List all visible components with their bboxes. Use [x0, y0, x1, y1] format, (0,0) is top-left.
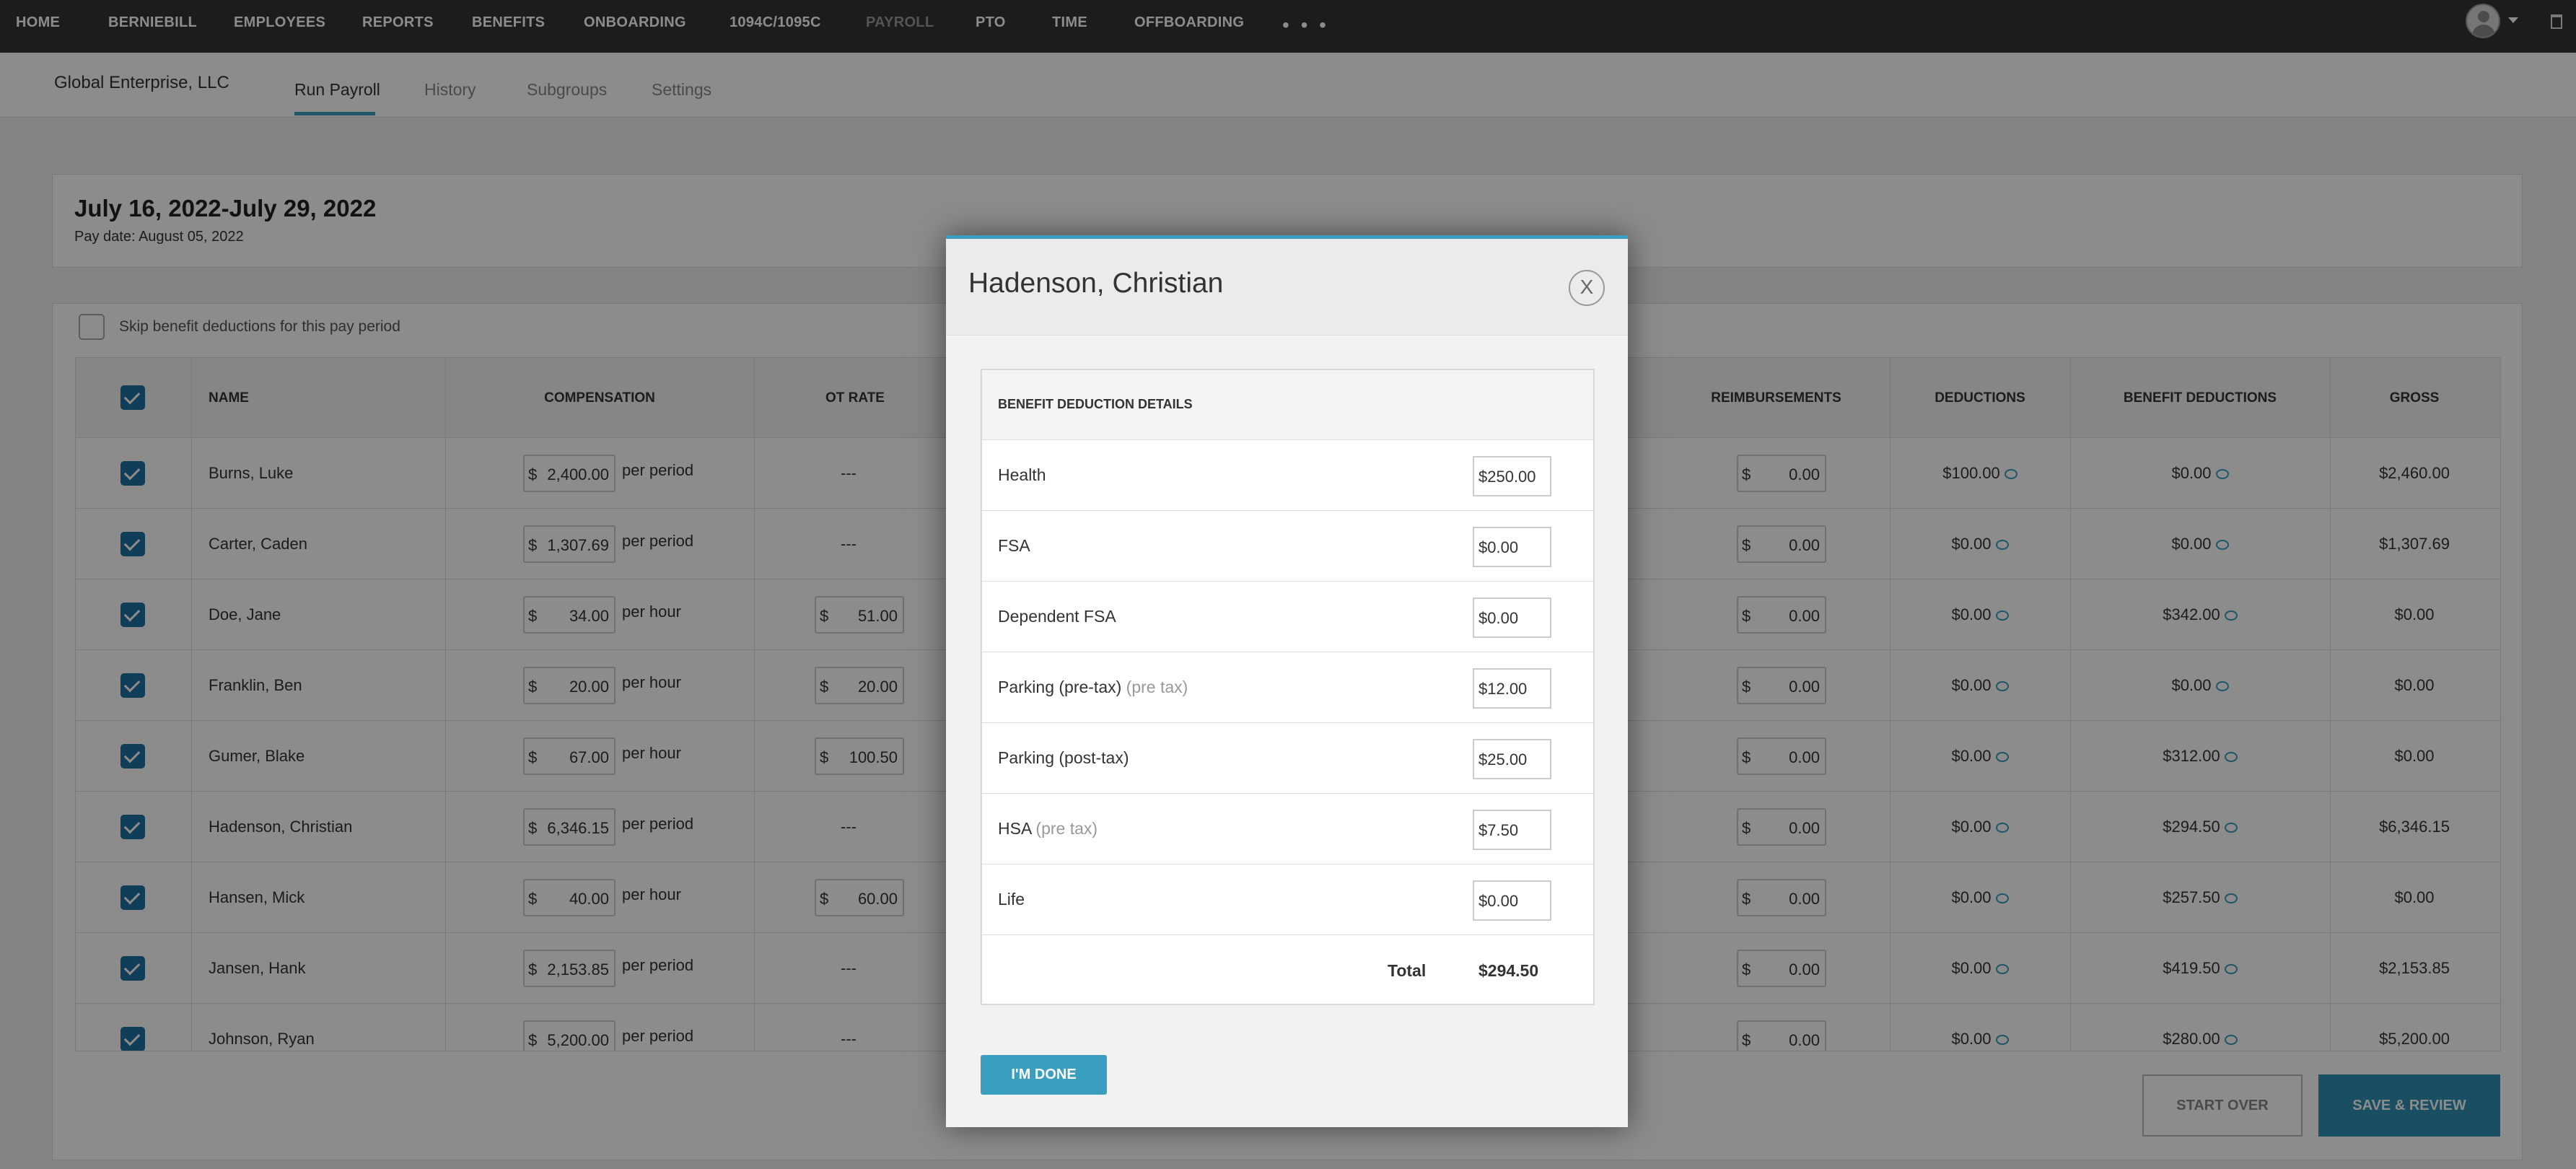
deduction-amount-input[interactable]: $0.00: [1473, 880, 1551, 921]
pretax-note: (pre tax): [1126, 678, 1188, 696]
deduction-total-row: Total $294.50: [982, 935, 1593, 1006]
im-done-button[interactable]: I'M DONE: [981, 1055, 1107, 1095]
deduction-table-title: BENEFIT DEDUCTION DETAILS: [998, 397, 1193, 411]
benefit-deduction-modal: Hadenson, Christian X BENEFIT DEDUCTION …: [946, 235, 1628, 1127]
deduction-name: Parking (pre-tax) (pre tax): [998, 678, 1188, 696]
deduction-row: HSA (pre tax) $7.50: [982, 794, 1593, 864]
deduction-name: Parking (post-tax): [998, 748, 1129, 767]
deduction-amount-input[interactable]: $25.00: [1473, 739, 1551, 779]
deduction-amount-input[interactable]: $12.00: [1473, 668, 1551, 709]
close-button[interactable]: X: [1569, 270, 1605, 306]
deduction-name: Life: [998, 890, 1025, 909]
deduction-amount-input[interactable]: $0.00: [1473, 597, 1551, 638]
deduction-row: Parking (pre-tax) (pre tax) $12.00: [982, 652, 1593, 723]
total-value: $294.50: [1478, 961, 1539, 980]
modal-header: Hadenson, Christian X: [946, 239, 1628, 336]
deduction-amount-input[interactable]: $0.00: [1473, 527, 1551, 567]
pretax-note: (pre tax): [1035, 819, 1098, 838]
benefit-deduction-table: BENEFIT DEDUCTION DETAILS Health $250.00 F…: [981, 369, 1595, 1005]
deduction-name: FSA: [998, 536, 1030, 555]
deduction-name: HSA (pre tax): [998, 819, 1098, 838]
deduction-row: Parking (post-tax) $25.00: [982, 723, 1593, 794]
deduction-name: Dependent FSA: [998, 607, 1116, 626]
deduction-table-header: BENEFIT DEDUCTION DETAILS: [982, 370, 1593, 440]
deduction-row: Life $0.00: [982, 864, 1593, 935]
deduction-amount-input[interactable]: $250.00: [1473, 456, 1551, 496]
deduction-row: Dependent FSA $0.00: [982, 582, 1593, 652]
total-label: Total: [1388, 961, 1427, 980]
deduction-row: FSA $0.00: [982, 511, 1593, 582]
deduction-row: Health $250.00: [982, 440, 1593, 511]
deduction-name: Health: [998, 465, 1046, 484]
modal-title: Hadenson, Christian: [968, 268, 1224, 299]
deduction-amount-input[interactable]: $7.50: [1473, 810, 1551, 850]
